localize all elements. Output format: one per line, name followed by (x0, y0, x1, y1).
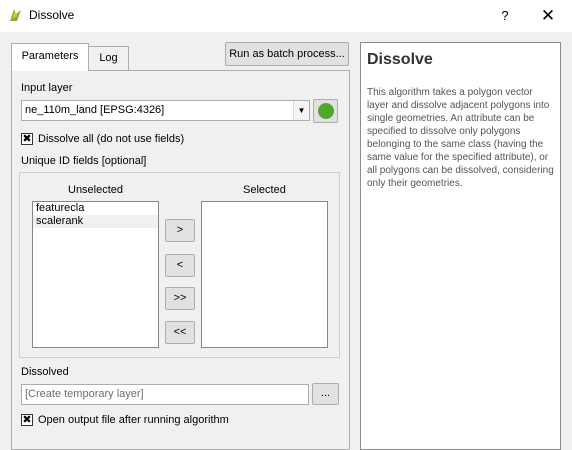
iterate-button[interactable] (313, 99, 338, 123)
help-panel: Dissolve This algorithm takes a polygon … (360, 42, 561, 450)
unselected-list[interactable]: featurecla scalerank (32, 201, 159, 348)
unselected-header: Unselected (68, 184, 124, 196)
run-as-batch-button[interactable]: Run as batch process... (225, 42, 349, 66)
qgis-icon (10, 9, 21, 21)
move-left-button[interactable]: < (165, 254, 195, 277)
selected-header: Selected (243, 184, 286, 196)
list-item[interactable]: featurecla (33, 202, 158, 215)
open-output-label: Open output file after running algorithm (38, 414, 229, 426)
browse-button[interactable]: ... (312, 383, 339, 405)
dissolve-all-label: Dissolve all (do not use fields) (38, 133, 185, 145)
help-text: This algorithm takes a polygon vector la… (367, 87, 554, 189)
chevron-down-icon[interactable]: ▼ (293, 101, 309, 120)
list-item[interactable]: scalerank (33, 215, 158, 228)
tab-log[interactable]: Log (88, 46, 129, 70)
input-layer-label: Input layer (21, 82, 73, 94)
input-layer-select[interactable]: ne_110m_land [EPSG:4326] ▼ (21, 100, 310, 121)
close-button[interactable]: ✕ (536, 6, 560, 26)
window-title: Dissolve (29, 8, 75, 22)
iterate-icon (318, 103, 334, 119)
input-layer-value: ne_110m_land [EPSG:4326] (25, 104, 165, 116)
title-bar: Dissolve ? ✕ (0, 0, 572, 32)
dissolved-output-field[interactable]: [Create temporary layer] (21, 384, 309, 405)
unique-id-label: Unique ID fields [optional] (21, 155, 147, 167)
dissolved-label: Dissolved (21, 366, 69, 378)
open-output-checkbox[interactable]: ✖ (21, 414, 33, 426)
help-title: Dissolve (367, 51, 433, 68)
move-all-right-button[interactable]: >> (165, 287, 195, 310)
dissolve-all-checkbox[interactable]: ✖ (21, 133, 33, 145)
selected-list[interactable] (201, 201, 328, 348)
move-right-button[interactable]: > (165, 219, 195, 242)
help-button[interactable]: ? (494, 6, 516, 26)
tab-parameters[interactable]: Parameters (11, 43, 89, 71)
move-all-left-button[interactable]: << (165, 321, 195, 344)
